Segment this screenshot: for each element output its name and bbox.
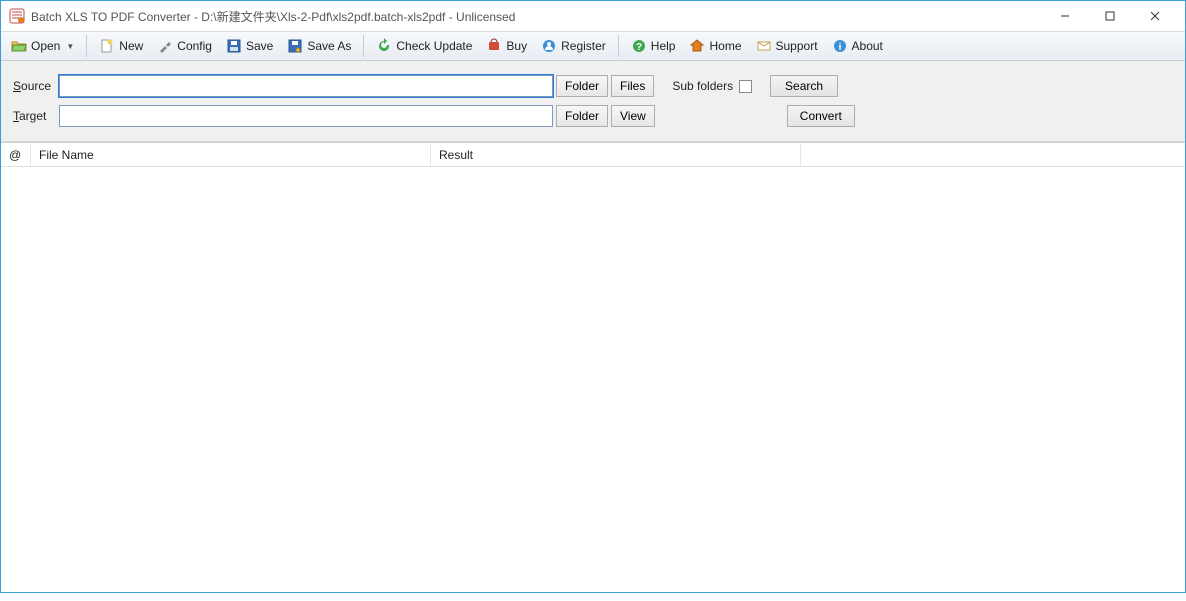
separator (86, 35, 87, 57)
source-files-button[interactable]: Files (611, 75, 654, 97)
save-icon (226, 38, 242, 54)
home-button[interactable]: Home (683, 35, 747, 57)
buy-label: Buy (506, 39, 527, 53)
help-icon: ? (631, 38, 647, 54)
buy-button[interactable]: Buy (480, 35, 533, 57)
close-button[interactable] (1132, 2, 1177, 30)
support-label: Support (776, 39, 818, 53)
source-row: Source Folder Files Sub folders Search (13, 71, 1173, 101)
target-view-button[interactable]: View (611, 105, 655, 127)
save-as-icon (287, 38, 303, 54)
save-button[interactable]: Save (220, 35, 279, 57)
home-label: Home (709, 39, 741, 53)
config-button[interactable]: Config (151, 35, 218, 57)
about-button[interactable]: i About (826, 35, 889, 57)
wrench-icon (157, 38, 173, 54)
save-as-label: Save As (307, 39, 351, 53)
svg-text:?: ? (636, 42, 642, 53)
source-label: Source (13, 79, 59, 93)
help-label: Help (651, 39, 676, 53)
config-label: Config (177, 39, 212, 53)
save-label: Save (246, 39, 273, 53)
source-input[interactable] (59, 75, 553, 97)
help-button[interactable]: ? Help (625, 35, 682, 57)
col-filename[interactable]: File Name (31, 143, 431, 166)
register-icon (541, 38, 557, 54)
col-result[interactable]: Result (431, 143, 801, 166)
open-label: Open (31, 39, 60, 53)
target-row: Target Folder View Convert (13, 101, 1173, 131)
register-label: Register (561, 39, 606, 53)
save-as-button[interactable]: Save As (281, 35, 357, 57)
maximize-button[interactable] (1087, 2, 1132, 30)
app-icon (9, 8, 25, 24)
register-button[interactable]: Register (535, 35, 612, 57)
window-title: Batch XLS TO PDF Converter - D:\新建文件夹\Xl… (31, 8, 1042, 25)
about-label: About (852, 39, 883, 53)
separator (363, 35, 364, 57)
open-button[interactable]: Open ▼ (5, 35, 80, 57)
target-input[interactable] (59, 105, 553, 127)
table-header: @ File Name Result (1, 143, 1185, 167)
subfolders-checkbox[interactable] (739, 80, 752, 93)
support-button[interactable]: Support (750, 35, 824, 57)
cart-icon (486, 38, 502, 54)
home-icon (689, 38, 705, 54)
mail-icon (756, 38, 772, 54)
convert-button[interactable]: Convert (787, 105, 855, 127)
col-spacer (801, 143, 1185, 166)
refresh-icon (376, 38, 392, 54)
separator (618, 35, 619, 57)
file-table: @ File Name Result (1, 142, 1185, 601)
check-update-button[interactable]: Check Update (370, 35, 478, 57)
source-folder-button[interactable]: Folder (556, 75, 608, 97)
new-button[interactable]: New (93, 35, 149, 57)
chevron-down-icon: ▼ (66, 42, 74, 51)
minimize-button[interactable] (1042, 2, 1087, 30)
search-button[interactable]: Search (770, 75, 838, 97)
new-label: New (119, 39, 143, 53)
new-file-icon (99, 38, 115, 54)
col-at[interactable]: @ (1, 143, 31, 166)
target-folder-button[interactable]: Folder (556, 105, 608, 127)
paths-panel: Source Folder Files Sub folders Search T… (1, 61, 1185, 142)
check-update-label: Check Update (396, 39, 472, 53)
titlebar: Batch XLS TO PDF Converter - D:\新建文件夹\Xl… (1, 1, 1185, 31)
folder-open-icon (11, 38, 27, 54)
target-label: Target (13, 109, 59, 123)
toolbar: Open ▼ New Config Save Save As Check Upd… (1, 31, 1185, 61)
subfolders-label: Sub folders (672, 79, 752, 93)
svg-text:i: i (838, 42, 841, 53)
info-icon: i (832, 38, 848, 54)
